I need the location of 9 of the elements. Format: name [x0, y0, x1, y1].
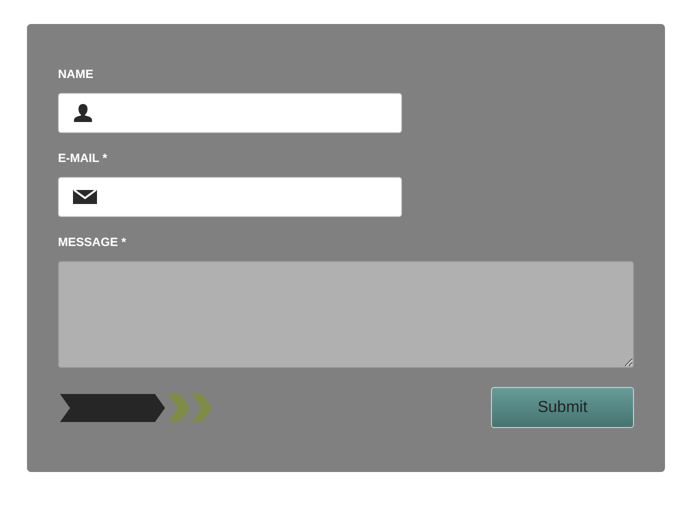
field-label: NAME [58, 66, 94, 82]
input-field[interactable] [58, 177, 402, 217]
field-label: MESSAGE * [58, 234, 126, 250]
message-field[interactable] [58, 261, 634, 368]
person-icon [73, 104, 93, 122]
input-field[interactable] [58, 93, 402, 133]
field-label: E-MAIL * [58, 150, 108, 166]
mail-icon [73, 190, 97, 204]
submit-button[interactable]: Submit [491, 387, 634, 428]
